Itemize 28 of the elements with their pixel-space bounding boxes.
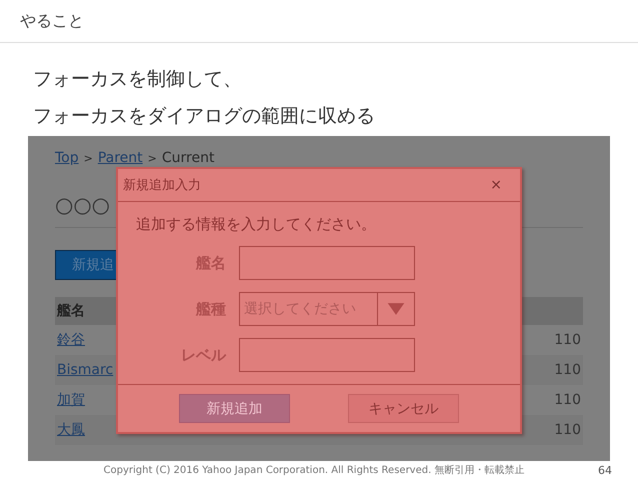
ship-name-link[interactable]: 大鳳 xyxy=(57,421,85,439)
level-cell: 110 xyxy=(554,392,581,408)
ship-name-link[interactable]: 加賀 xyxy=(57,391,85,409)
add-button[interactable]: 新規追 xyxy=(55,250,117,280)
level-cell: 110 xyxy=(554,422,581,438)
dialog-title: 新規追加入力 xyxy=(123,177,201,194)
input-field[interactable] xyxy=(239,246,415,280)
breadcrumb-link[interactable]: Parent xyxy=(98,150,143,166)
level-cell: 110 xyxy=(554,362,581,378)
page-number: 64 xyxy=(598,464,613,476)
breadcrumb-separator: > xyxy=(84,151,93,167)
breadcrumb-link[interactable]: Top xyxy=(55,150,79,166)
ship-name-link[interactable]: Bismarc xyxy=(57,362,114,378)
slide-heading-line: フォーカスを制御して、 xyxy=(33,67,243,92)
slide-title: やること xyxy=(20,10,84,32)
page-heading: ○○○ xyxy=(55,192,111,218)
slide-heading-line: フォーカスをダイアログの範囲に収める xyxy=(33,104,376,129)
close-button[interactable]: × xyxy=(490,177,502,193)
column-header: 艦名 xyxy=(57,302,85,320)
dialog-message: 追加する情報を入力してください。 xyxy=(135,214,377,234)
level-cell: 110 xyxy=(554,332,581,348)
breadcrumb-separator: > xyxy=(148,151,157,167)
ship-name-link[interactable]: 鈴谷 xyxy=(57,331,85,349)
breadcrumb-current: Current xyxy=(162,150,214,166)
input-field[interactable] xyxy=(239,338,415,372)
copyright-text: Copyright (C) 2016 Yahoo Japan Corporation. All Rights Reserved. 無断引用・転載禁止 xyxy=(102,464,526,477)
cancel-button[interactable]: キャンセル xyxy=(348,394,459,423)
add-button[interactable]: 新規追加 xyxy=(179,394,290,423)
